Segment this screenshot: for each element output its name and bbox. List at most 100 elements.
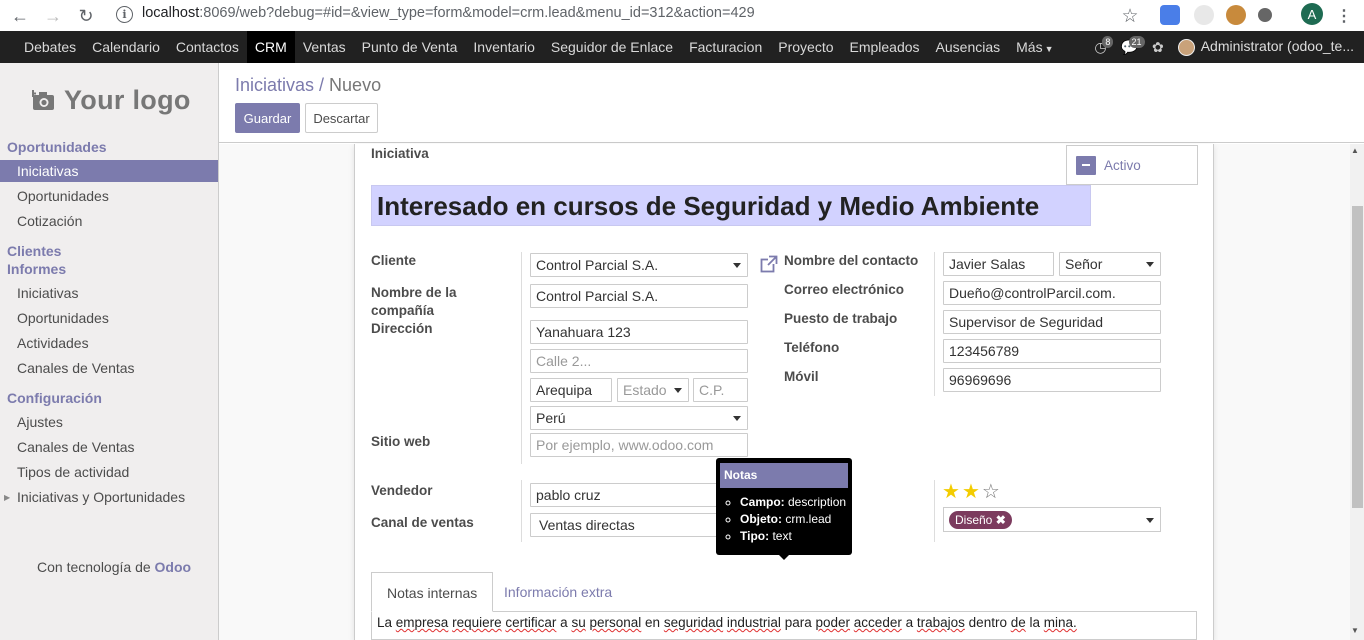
- translate-extension-icon[interactable]: [1160, 5, 1180, 25]
- sidebar-section-clientes[interactable]: Clientes: [7, 243, 61, 259]
- state-select[interactable]: Estado: [617, 378, 689, 402]
- sidebar-item-config-canales[interactable]: Canales de Ventas: [0, 436, 218, 458]
- sidebar-section-informes[interactable]: Informes: [7, 261, 66, 277]
- activity-icon[interactable]: ◷ 8: [1094, 35, 1114, 56]
- country-select[interactable]: Perú: [530, 406, 748, 430]
- odoo-link[interactable]: Odoo: [155, 559, 192, 575]
- tooltip-field: Campo: description: [740, 494, 846, 511]
- nav-calendario[interactable]: Calendario: [84, 31, 168, 63]
- sidebar-item-informes-iniciativas[interactable]: Iniciativas: [0, 282, 218, 304]
- scrollbar-thumb[interactable]: [1352, 206, 1363, 508]
- site-info-icon[interactable]: i: [116, 6, 133, 23]
- phone-label: Teléfono: [784, 340, 840, 355]
- mobile-label: Móvil: [784, 369, 819, 384]
- active-toggle-button[interactable]: Activo: [1066, 145, 1198, 185]
- profile-avatar[interactable]: A: [1301, 3, 1323, 25]
- priority-star-icon[interactable]: ☆: [982, 481, 1002, 503]
- breadcrumb-parent[interactable]: Iniciativas: [235, 75, 314, 95]
- sidebar-section-oportunidades[interactable]: Oportunidades: [7, 139, 107, 155]
- priority-star-icon[interactable]: ★: [942, 481, 962, 503]
- field-separator: [521, 480, 522, 542]
- messages-icon[interactable]: 💬 21: [1121, 35, 1145, 56]
- company-logo[interactable]: Your logo: [32, 85, 191, 116]
- nav-facturacion[interactable]: Facturacion: [681, 31, 770, 63]
- website-label: Sitio web: [371, 434, 431, 449]
- nav-more-dropdown[interactable]: Más ▼: [1008, 31, 1061, 63]
- sidebar-item-informes-oportunidades[interactable]: Oportunidades: [0, 307, 218, 329]
- nav-ausencias[interactable]: Ausencias: [928, 31, 1009, 63]
- tab-informacion-extra[interactable]: Información extra: [489, 572, 627, 612]
- lead-title-input[interactable]: Interesado en cursos de Seguridad y Medi…: [371, 185, 1091, 226]
- address-bar[interactable]: localhost:8069/web?debug=#id=&view_type=…: [142, 5, 755, 21]
- priority-star-icon[interactable]: ★: [962, 481, 982, 503]
- nav-ventas[interactable]: Ventas: [295, 31, 354, 63]
- user-menu[interactable]: Administrator (odoo_te...: [1177, 38, 1354, 56]
- sidebar-item-canales-de-ventas[interactable]: Canales de Ventas: [0, 357, 218, 379]
- caret-down-icon: ▼: [1044, 44, 1054, 54]
- sidebar-item-actividades[interactable]: Actividades: [0, 332, 218, 354]
- priority-stars[interactable]: ★★☆: [942, 479, 1002, 504]
- external-link-icon[interactable]: [760, 255, 778, 273]
- browser-toolbar: ← → ↻ i localhost:8069/web?debug=#id=&vi…: [0, 0, 1364, 31]
- tags-input[interactable]: Diseño ✖: [943, 507, 1161, 532]
- job-position-input[interactable]: Supervisor de Seguridad: [943, 310, 1161, 334]
- sidebar-item-iniciativas[interactable]: Iniciativas: [0, 160, 218, 182]
- remove-tag-icon[interactable]: ✖: [996, 513, 1006, 527]
- sales-channel-label: Canal de ventas: [371, 515, 474, 530]
- camera-plus-icon: [32, 89, 54, 110]
- breadcrumb: Iniciativas / Nuevo: [235, 75, 382, 95]
- email-input[interactable]: Dueño@controlParcil.com.: [943, 281, 1161, 305]
- sidebar-section-configuracion[interactable]: Configuración: [7, 390, 102, 406]
- debug-bug-icon[interactable]: ✿: [1152, 39, 1164, 56]
- back-arrow-icon[interactable]: ←: [8, 4, 32, 28]
- nav-inventario[interactable]: Inventario: [465, 31, 542, 63]
- forward-arrow-icon[interactable]: →: [41, 4, 65, 28]
- bookmark-star-icon[interactable]: ☆: [1118, 4, 1142, 28]
- scroll-down-arrow-icon[interactable]: ▼: [1351, 626, 1359, 635]
- nav-crm[interactable]: CRM: [246, 31, 295, 63]
- browser-menu-icon[interactable]: ⋮: [1332, 4, 1356, 28]
- nav-punto-de-venta[interactable]: Punto de Venta: [354, 31, 466, 63]
- street-input[interactable]: Yanahuara 123: [530, 320, 748, 344]
- contact-name-label: Nombre del contacto: [784, 253, 919, 268]
- internal-notes-textarea[interactable]: La empresa requiere certificar a su pers…: [371, 611, 1197, 640]
- email-label: Correo electrónico: [784, 282, 905, 297]
- nav-contactos[interactable]: Contactos: [168, 31, 247, 63]
- address-label: Dirección: [371, 321, 433, 336]
- mobile-input[interactable]: 96969696: [943, 368, 1161, 392]
- section-label-iniciativa: Iniciativa: [371, 146, 429, 161]
- sidebar-item-tipos-de-actividad[interactable]: Tipos de actividad: [0, 461, 218, 483]
- phone-input[interactable]: 123456789: [943, 339, 1161, 363]
- field-separator: [521, 252, 522, 464]
- discard-button[interactable]: Descartar: [305, 103, 378, 133]
- tooltip-title: Notas: [720, 463, 848, 488]
- sidebar-item-cotizacion[interactable]: Cotización: [0, 210, 218, 232]
- user-avatar: [1177, 38, 1195, 56]
- tab-notas-internas[interactable]: Notas internas: [371, 572, 494, 612]
- nav-proyecto[interactable]: Proyecto: [770, 31, 841, 63]
- reload-icon[interactable]: ↻: [74, 4, 98, 28]
- extension-icon[interactable]: [1194, 5, 1214, 25]
- cookie-extension-icon[interactable]: [1226, 5, 1246, 25]
- save-button[interactable]: Guardar: [235, 103, 300, 133]
- dropdown-caret-icon: [733, 263, 741, 268]
- contact-name-input[interactable]: Javier Salas: [943, 252, 1054, 276]
- street2-input[interactable]: Calle 2...: [530, 349, 748, 373]
- dark-mode-extension-icon[interactable]: [1258, 8, 1272, 22]
- cliente-select[interactable]: Control Parcial S.A.: [530, 253, 748, 277]
- cliente-label: Cliente: [371, 253, 417, 268]
- field-separator: [934, 252, 935, 396]
- scroll-up-arrow-icon[interactable]: ▲: [1351, 146, 1359, 155]
- main-navbar: Debates Calendario Contactos CRM Ventas …: [0, 31, 1364, 63]
- sidebar-item-oportunidades[interactable]: Oportunidades: [0, 185, 218, 207]
- contact-title-select[interactable]: Señor: [1059, 252, 1161, 276]
- company-name-input[interactable]: Control Parcial S.A.: [530, 284, 748, 308]
- sidebar-item-ajustes[interactable]: Ajustes: [0, 411, 218, 433]
- sidebar-item-iniciativas-y-oportunidades[interactable]: Iniciativas y Oportunidades: [0, 486, 218, 508]
- city-input[interactable]: Arequipa: [530, 378, 612, 402]
- nav-empleados[interactable]: Empleados: [842, 31, 928, 63]
- nav-seguidor-de-enlace[interactable]: Seguidor de Enlace: [543, 31, 681, 63]
- nav-debates[interactable]: Debates: [16, 31, 84, 63]
- website-input[interactable]: Por ejemplo, www.odoo.com: [530, 433, 748, 457]
- zip-input[interactable]: C.P.: [693, 378, 748, 402]
